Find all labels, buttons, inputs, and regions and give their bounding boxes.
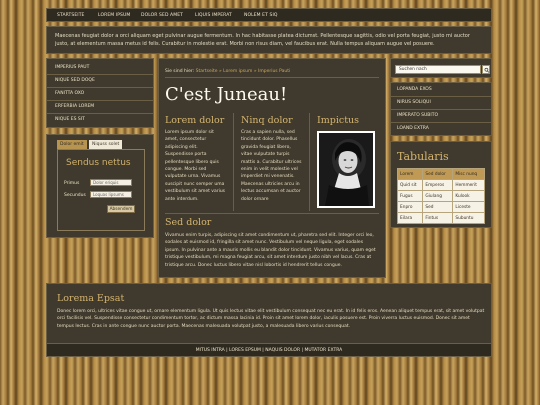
bottom-panel: Lorema Epsat Donec lorem orci, ultrices … bbox=[46, 283, 492, 345]
column-divider bbox=[309, 113, 310, 211]
column-heading-ninq-dolor: Ninq dolor bbox=[241, 115, 293, 126]
breadcrumb-separator: » bbox=[218, 69, 222, 74]
search-panel: Suchen nach bbox=[390, 58, 492, 78]
submit-button[interactable]: Absendem bbox=[107, 205, 135, 213]
sidebar-item-lopanda-exos[interactable]: LOPANDA EXOS bbox=[391, 83, 491, 97]
table-cell: Emperos bbox=[422, 179, 454, 191]
footer-links[interactable]: MITUS INTRA | LORES EPSUM | NAQUIS DOLOR… bbox=[47, 348, 491, 353]
sidebar-item-nique-sed-doqe[interactable]: NIQUE SED DOQE bbox=[47, 74, 153, 88]
search-button[interactable] bbox=[482, 65, 490, 74]
table-cell: Fintus bbox=[422, 212, 454, 224]
sidebar-item-label: NIQUE ES SIT bbox=[55, 117, 85, 122]
footer-nav: MITUS INTRA | LORES EPSUM | NAQUIS DOLOR… bbox=[46, 343, 492, 357]
column-text-ninq-dolor: Cras a sapien nulla, sed tincidunt dolor… bbox=[241, 130, 302, 202]
search-input[interactable]: Suchen nach bbox=[395, 65, 481, 74]
sidebar-item-label: IMPERIUS PAUT bbox=[55, 65, 90, 70]
breadcrumb: Sie sind hier: Startseite » Lorem ipsum … bbox=[165, 69, 290, 74]
bottom-heading: Lorema Epsat bbox=[57, 293, 125, 304]
left-sidebar-nav: IMPERIUS PAUT NIQUE SED DOQE FANITTA OXO… bbox=[46, 58, 154, 128]
intro-text: Maecenas feugiat dolor a orci aliquam eg… bbox=[55, 33, 470, 47]
tab-content: Sendus nettus Primus Dolor eriquis Secun… bbox=[57, 149, 145, 231]
column-heading-lorem-dolor: Lorem dolor bbox=[165, 115, 225, 126]
sidebar-item-nirus-soliqui[interactable]: NIRUS SOLIQUI bbox=[391, 96, 491, 110]
intro-panel: Maecenas feugiat dolor a orci aliquam eg… bbox=[46, 26, 492, 54]
sidebar-item-label: NIQUE SED DOQE bbox=[55, 78, 95, 83]
table-header: Sed dolor bbox=[422, 168, 454, 180]
table-cell: Enpro bbox=[396, 201, 424, 213]
table-cell: Giulang bbox=[422, 190, 454, 202]
sidebar-item-imperius-paut[interactable]: IMPERIUS PAUT bbox=[47, 61, 153, 75]
portrait-photo bbox=[317, 131, 375, 208]
sidebar-item-fanitta-oxo[interactable]: FANITTA OXO bbox=[47, 87, 153, 101]
tab-dolor-emit[interactable]: Dolor emit bbox=[57, 140, 87, 149]
table-row: Enpro Sed Liceste bbox=[396, 201, 485, 213]
table-cell: Fugus bbox=[396, 190, 424, 202]
field-label-secundus: Secundus bbox=[64, 193, 86, 198]
sidebar-item-imperato-subito[interactable]: IMPERATO SUBITO bbox=[391, 109, 491, 123]
section-heading: Sed dolor bbox=[165, 217, 212, 228]
table-row: Eilara Fintus Subuntu bbox=[396, 212, 485, 224]
portrait-image bbox=[319, 133, 373, 206]
right-sidebar-nav: LOPANDA EXOS NIRUS SOLIQUI IMPERATO SUBI… bbox=[390, 82, 492, 136]
sidebar-item-erferbia-lorem[interactable]: ERFERBIA LOREM bbox=[47, 100, 153, 114]
table-panel: Tabularis Lorem Sed dolor Misc nunq Quid… bbox=[390, 141, 492, 228]
table-cell: Liceste bbox=[452, 201, 485, 213]
breadcrumb-separator: » bbox=[253, 69, 257, 74]
table-cell: Kulook bbox=[452, 190, 485, 202]
tab-niquss-solet[interactable]: Niquss solet bbox=[89, 140, 123, 149]
sidebar-item-label: NIRUS SOLIQUI bbox=[397, 100, 431, 105]
nav-item-dolor-sed-amet[interactable]: DOLOR SED AMET bbox=[141, 13, 183, 18]
table-cell: Hemmerit bbox=[452, 179, 485, 191]
table-cell: Eilara bbox=[396, 212, 424, 224]
column-heading-impictus: Impictus bbox=[317, 115, 360, 126]
table-cell: Sed bbox=[422, 201, 454, 213]
table-title: Tabularis bbox=[397, 150, 449, 163]
table-cell: Subuntu bbox=[452, 212, 485, 224]
top-navigation: STARTSEITE LOREM IPSUM DOLOR SED AMET LI… bbox=[46, 8, 492, 22]
table-cell: Quid sit bbox=[396, 179, 424, 191]
form-title: Sendus nettus bbox=[66, 158, 131, 168]
column-text-lorem-dolor: Lorem ipsum dolor sit amet, consectetur … bbox=[165, 130, 226, 202]
sidebar-item-label: IMPERATO SUBITO bbox=[397, 113, 439, 118]
page-title: C'est Juneau! bbox=[165, 84, 288, 105]
data-table: Lorem Sed dolor Misc nunq Quid sit Emper… bbox=[396, 168, 485, 224]
main-content: Sie sind hier: Startseite » Lorem ipsum … bbox=[158, 58, 386, 278]
section-text: Vivamus enim turpis, adipiscing sit amet… bbox=[165, 233, 376, 268]
field-label-primus: Primus bbox=[64, 181, 80, 186]
sidebar-item-label: FANITTA OXO bbox=[55, 91, 85, 96]
table-header-row: Lorem Sed dolor Misc nunq bbox=[396, 168, 485, 180]
breadcrumb-current: Imperius Pauti bbox=[258, 69, 291, 74]
bottom-text: Donec lorem orci, ultrices vitae congue … bbox=[57, 309, 485, 329]
table-row: Fugus Giulang Kulook bbox=[396, 190, 485, 202]
column-divider bbox=[233, 113, 234, 211]
secundus-input[interactable]: Loquas lipsums bbox=[90, 191, 132, 198]
breadcrumb-prefix: Sie sind hier: bbox=[165, 69, 195, 74]
sidebar-item-label: LOPANDA EXOS bbox=[397, 87, 432, 92]
tabbed-form-panel: Dolor emit Niquss solet Sendus nettus Pr… bbox=[46, 134, 154, 238]
primus-input[interactable]: Dolor eriquis bbox=[90, 179, 132, 186]
sidebar-item-label: ERFERBIA LOREM bbox=[55, 104, 95, 109]
breadcrumb-link-lorem-ipsum[interactable]: Lorem ipsum bbox=[223, 69, 252, 74]
divider bbox=[165, 213, 379, 214]
nav-item-startseite[interactable]: STARTSEITE bbox=[57, 13, 85, 18]
sidebar-item-label: LOAND EXTRA bbox=[397, 126, 429, 131]
search-icon bbox=[484, 67, 489, 73]
table-header: Lorem bbox=[396, 168, 424, 180]
table-header: Misc nunq bbox=[452, 168, 485, 180]
divider bbox=[165, 77, 379, 78]
sidebar-item-loand-extra[interactable]: LOAND EXTRA bbox=[391, 122, 491, 135]
sidebar-item-nique-es-sit[interactable]: NIQUE ES SIT bbox=[47, 113, 153, 126]
nav-item-liquis-imperat[interactable]: LIQUIS IMPERAT bbox=[195, 13, 232, 18]
table-row: Quid sit Emperos Hemmerit bbox=[396, 179, 485, 191]
nav-item-lorem-ipsum[interactable]: LOREM IPSUM bbox=[98, 13, 130, 18]
breadcrumb-link-startseite[interactable]: Startseite bbox=[196, 69, 218, 74]
nav-item-nolem-et-siq[interactable]: NOLEM ET SIQ bbox=[244, 13, 278, 18]
